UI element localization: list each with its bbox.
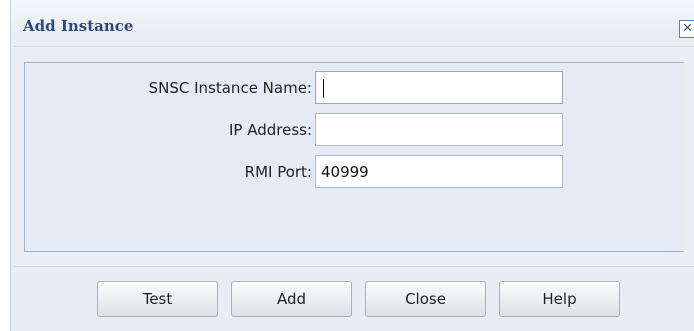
test-button[interactable]: Test [97, 281, 218, 317]
dialog-title: Add Instance [23, 17, 134, 35]
ip-address-label: IP Address: [228, 121, 312, 139]
text-caret [323, 79, 324, 98]
snsc-instance-name-label: SNSC Instance Name: [148, 79, 312, 97]
rmi-port-field[interactable] [315, 155, 563, 188]
instance-form-panel: SNSC Instance Name: IP Address: RMI Port… [24, 62, 684, 252]
snsc-instance-name-field[interactable] [315, 71, 563, 104]
close-button[interactable]: Close [365, 281, 486, 317]
add-button[interactable]: Add [231, 281, 352, 317]
close-icon[interactable]: × [679, 19, 694, 38]
rmi-port-label: RMI Port: [244, 163, 312, 181]
help-button[interactable]: Help [499, 281, 620, 317]
ip-address-field[interactable] [315, 113, 563, 146]
dialog-titlebar: Add Instance × [11, 0, 694, 48]
